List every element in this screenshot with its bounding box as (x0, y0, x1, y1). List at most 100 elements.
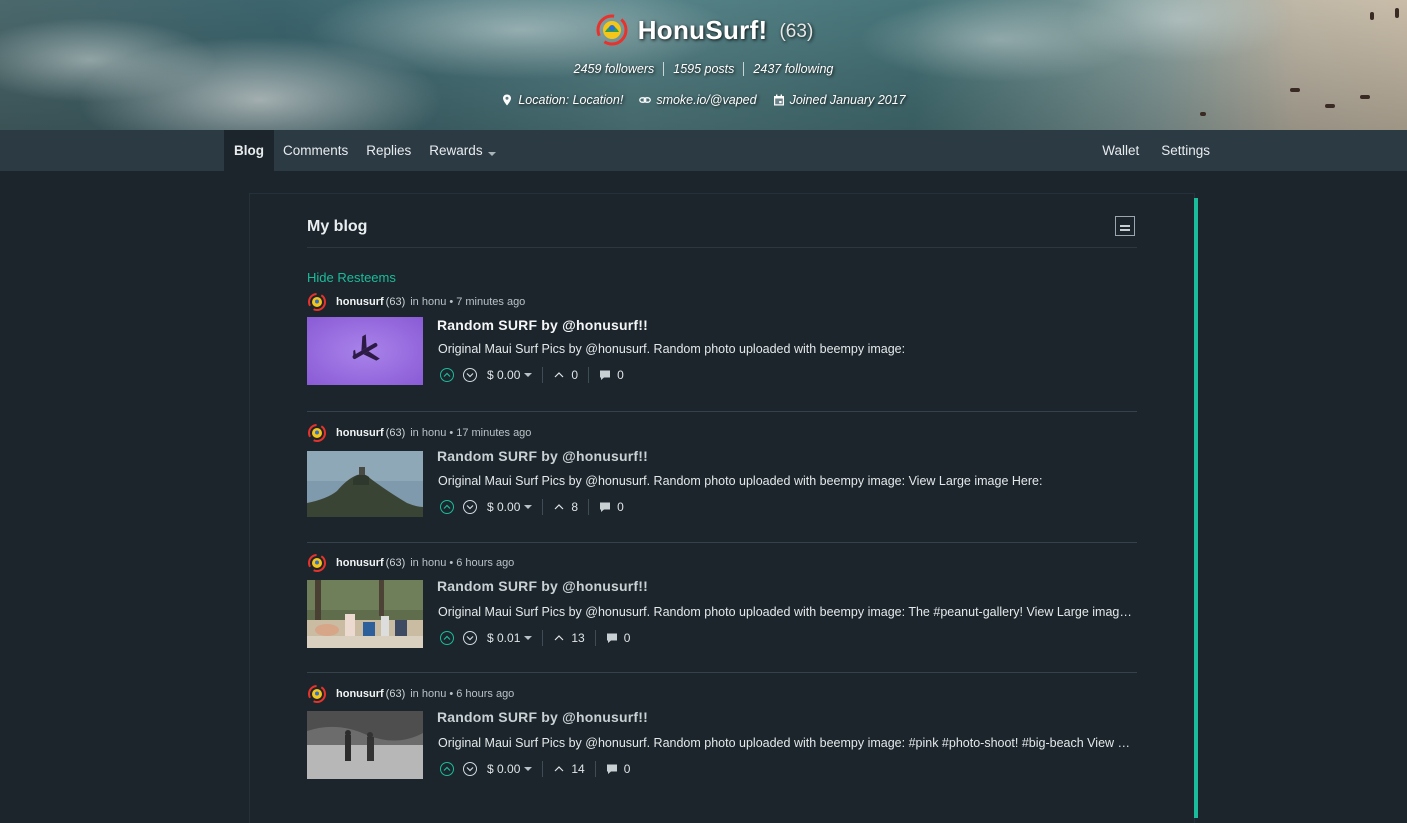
chevron-up-icon (443, 372, 451, 377)
meta-bullet: • (449, 688, 454, 700)
post-title[interactable]: Random SURF by @honusurf!! (437, 578, 648, 594)
avatar[interactable] (307, 423, 327, 443)
comments-count[interactable]: 0 (606, 631, 630, 645)
post-author[interactable]: honusurf (336, 688, 384, 700)
post-in: in (410, 688, 419, 700)
post-in: in (410, 296, 419, 308)
avatar[interactable] (307, 553, 327, 573)
post-item: honusurf (63) in honu • 6 hours ago Rand… (307, 684, 1137, 804)
hide-resteems-link[interactable]: Hide Resteems (307, 270, 396, 285)
comments-count[interactable]: 0 (599, 500, 624, 514)
payout-value: $ 0.00 (487, 762, 521, 776)
post-thumbnail[interactable] (307, 711, 423, 779)
post-meta: honusurf (63) in honu • 17 minutes ago (307, 423, 531, 443)
meta-bullet: • (449, 427, 454, 439)
chevron-up-icon (554, 635, 564, 641)
post-time[interactable]: 17 minutes ago (456, 427, 531, 439)
tab-replies[interactable]: Replies (357, 130, 420, 171)
post-category[interactable]: honu (422, 427, 446, 439)
votes-count[interactable]: 8 (553, 500, 578, 514)
downvote-button[interactable] (463, 500, 477, 514)
tab-blog[interactable]: Blog (224, 130, 274, 171)
upvote-button[interactable] (440, 631, 454, 645)
votes-value: 13 (571, 631, 585, 645)
votes-count[interactable]: 14 (553, 762, 585, 776)
post-category[interactable]: honu (422, 688, 446, 700)
divider (594, 630, 596, 646)
post-thumbnail[interactable] (307, 580, 423, 648)
post-meta: honusurf (63) in honu • 7 minutes ago (307, 292, 525, 312)
post-author[interactable]: honusurf (336, 296, 384, 308)
panel-accent-bar (1194, 198, 1198, 818)
profile-nav: Blog Comments Replies Rewards Wallet Set… (0, 130, 1407, 171)
upvote-button[interactable] (440, 368, 454, 382)
comments-count[interactable]: 0 (599, 368, 624, 382)
profile-website[interactable]: smoke.io/@vaped (639, 93, 757, 107)
payout-dropdown[interactable]: $ 0.00 (487, 368, 533, 382)
downvote-button[interactable] (463, 631, 477, 645)
post-time[interactable]: 7 minutes ago (456, 296, 525, 308)
votes-value: 14 (571, 762, 585, 776)
profile-reputation: (63) (779, 21, 814, 42)
caret-down-icon (524, 372, 533, 377)
downvote-button[interactable] (463, 368, 477, 382)
following-link[interactable]: 2437 following (743, 62, 842, 76)
followers-link[interactable]: 2459 followers (565, 62, 664, 76)
votes-count[interactable]: 0 (553, 368, 578, 382)
honu-logo-icon (596, 14, 628, 46)
post-time[interactable]: 6 hours ago (456, 557, 514, 569)
chevron-up-icon (554, 504, 564, 510)
comment-bubble-icon (600, 502, 611, 512)
post-item: honusurf (63) in honu • 6 hours ago Rand… (307, 553, 1137, 673)
avatar[interactable] (307, 684, 327, 704)
chevron-up-icon (554, 372, 564, 378)
comments-count[interactable]: 0 (606, 762, 631, 776)
payout-dropdown[interactable]: $ 0.00 (487, 500, 533, 514)
post-body[interactable]: Original Maui Surf Pics by @honusurf. Ra… (438, 342, 1134, 356)
avatar[interactable] (307, 292, 327, 312)
post-category[interactable]: honu (422, 296, 446, 308)
profile-name: HonuSurf! (637, 14, 768, 45)
divider (594, 761, 596, 777)
chevron-up-icon (443, 635, 451, 640)
post-time[interactable]: 6 hours ago (456, 688, 514, 700)
tab-rewards[interactable]: Rewards (420, 130, 504, 171)
tab-rewards-label: Rewards (429, 143, 483, 158)
payout-value: $ 0.00 (487, 368, 521, 382)
post-title[interactable]: Random SURF by @honusurf!! (437, 448, 648, 464)
tab-wallet[interactable]: Wallet (1093, 130, 1148, 171)
comments-value: 0 (617, 500, 624, 514)
post-body[interactable]: Original Maui Surf Pics by @honusurf. Ra… (438, 474, 1134, 488)
post-author[interactable]: honusurf (336, 557, 384, 569)
comment-bubble-icon (606, 633, 617, 643)
post-body[interactable]: Original Maui Surf Pics by @honusurf. Ra… (438, 605, 1134, 619)
tab-settings[interactable]: Settings (1152, 130, 1219, 171)
comments-value: 0 (623, 762, 631, 776)
divider (542, 630, 544, 646)
post-author[interactable]: honusurf (336, 427, 384, 439)
payout-dropdown[interactable]: $ 0.00 (487, 762, 533, 776)
post-title[interactable]: Random SURF by @honusurf!! (437, 709, 648, 725)
downvote-button[interactable] (463, 762, 477, 776)
calendar-icon (773, 94, 784, 106)
post-category[interactable]: honu (422, 557, 446, 569)
votes-count[interactable]: 13 (553, 631, 585, 645)
caret-down-icon (524, 766, 533, 771)
layout-toggle-icon[interactable] (1115, 216, 1135, 236)
post-in: in (410, 557, 419, 569)
post-title[interactable]: Random SURF by @honusurf!! (437, 317, 648, 333)
votes-value: 8 (571, 500, 579, 514)
post-thumbnail[interactable] (307, 451, 423, 517)
post-actions: $ 0.01 13 0 (440, 629, 630, 647)
website-link[interactable]: smoke.io/@vaped (656, 93, 756, 107)
profile-cover: HonuSurf! (63) 2459 followers 1595 posts… (0, 0, 1407, 130)
payout-dropdown[interactable]: $ 0.01 (487, 631, 533, 645)
post-body[interactable]: Original Maui Surf Pics by @honusurf. Ra… (438, 736, 1134, 750)
chevron-up-icon (443, 766, 451, 771)
upvote-button[interactable] (440, 762, 454, 776)
tab-comments[interactable]: Comments (274, 130, 357, 171)
upvote-button[interactable] (440, 500, 454, 514)
caret-down-icon (524, 504, 533, 509)
link-icon (639, 97, 652, 103)
post-thumbnail[interactable] (307, 317, 423, 385)
